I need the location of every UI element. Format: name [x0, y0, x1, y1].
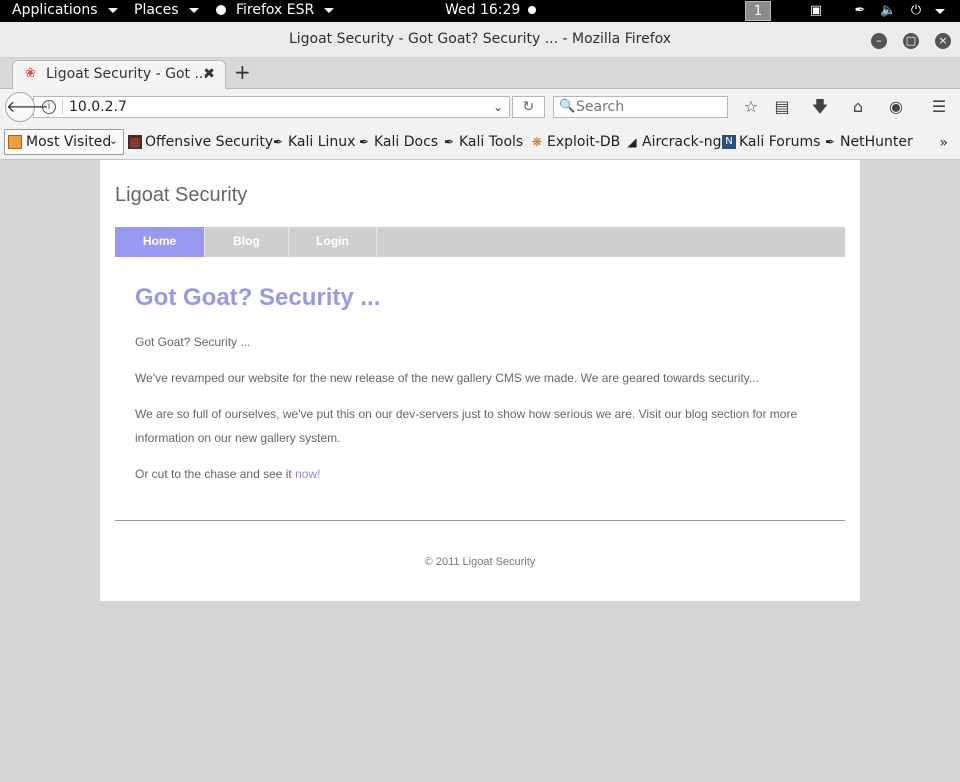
applications-menu[interactable]: Applications [12, 2, 118, 18]
bookmark-kali-linux[interactable]: ✒ Kali Linux [271, 134, 356, 150]
goat-favicon-icon: ❀ [25, 66, 36, 81]
bookmark-kali-tools[interactable]: ✒ Kali Tools [442, 134, 523, 150]
chevron-down-icon [188, 7, 199, 13]
pen-icon[interactable]: ✒ [852, 3, 868, 19]
new-tab-icon[interactable]: + [234, 62, 251, 82]
tab-active[interactable]: ❀ Ligoat Security - Got ... ✖ [12, 60, 226, 90]
bookmark-aircrack-ng[interactable]: ◢ Aircrack-ng [625, 134, 722, 150]
bookmark-label: Exploit-DB [547, 134, 621, 150]
kali-dragon-icon: ✒ [824, 135, 836, 149]
bookmark-kali-forums[interactable]: N Kali Forums [722, 134, 820, 150]
places-label: Places [134, 2, 179, 18]
intro-paragraph: Got Goat? Security ... [135, 335, 251, 349]
bookmark-nethunter[interactable]: ✒ NetHunter [823, 134, 913, 150]
video-camera-icon[interactable]: ▣ [808, 3, 824, 19]
kali-dragon-icon: ✒ [443, 135, 455, 149]
url-bar[interactable]: i 10.0.2.7 ⌄ [33, 96, 510, 118]
navigation-bar: i 10.0.2.7 ⌄ 🡐 ↻ 🔍 ☆ ▤ 🡇 ⌂ ◉ ☰ [0, 89, 960, 125]
most-visited-label: Most Visited [26, 134, 112, 150]
revamp-paragraph: We've revamped our website for the new r… [135, 371, 759, 385]
bookmark-label: Aircrack-ng [642, 134, 722, 150]
power-icon[interactable]: ⏻ [908, 3, 924, 19]
offensive-security-icon: ▦ [128, 135, 142, 149]
kali-forums-icon: N [722, 135, 736, 149]
bookmarks-toolbar: Most Visited ⌄ ▦ Offensive Security ✒ Kali… [0, 125, 960, 160]
places-menu[interactable]: Places [134, 2, 199, 18]
bookmark-label: Kali Tools [459, 134, 524, 150]
exploit-db-icon: ❋ [531, 135, 543, 149]
footer-copyright: © 2011 Ligoat Security [424, 556, 536, 568]
chevron-down-icon [107, 7, 118, 13]
now-link[interactable]: now! [295, 467, 320, 481]
bookmark-offensive-security[interactable]: ▦ Offensive Security [128, 134, 273, 150]
bookmark-label: NetHunter [840, 134, 913, 150]
chevron-down-icon: ⌄ [108, 134, 118, 147]
system-menu-chevron-icon[interactable] [932, 3, 948, 19]
kali-dragon-icon: ✒ [358, 135, 370, 149]
chase-paragraph: Or cut to the chase and see it now! [135, 462, 320, 486]
url-separator [62, 100, 63, 114]
web-page: Ligoat Security Home Blog Login Got Goat… [100, 160, 860, 601]
reload-icon[interactable]: ↻ [512, 96, 545, 118]
window-title: Ligoat Security - Got Goat? Security ...… [288, 31, 672, 47]
site-title: Ligoat Security [115, 184, 248, 206]
folder-icon [8, 135, 22, 149]
nav-blog[interactable]: Blog [205, 227, 289, 257]
nav-login[interactable]: Login [289, 227, 377, 257]
maximize-icon[interactable]: □ [903, 33, 919, 49]
applications-label: Applications [12, 2, 98, 18]
site-nav-menu: Home Blog Login [115, 227, 845, 257]
back-button[interactable]: 🡐 [5, 92, 49, 122]
home-icon[interactable]: ⌂ [848, 97, 868, 117]
window-titlebar: Ligoat Security - Got Goat? Security ...… [0, 22, 960, 58]
bookmark-label: Kali Docs [374, 134, 439, 150]
workspace-indicator[interactable]: 1 [745, 1, 771, 21]
most-visited-dropdown[interactable]: Most Visited ⌄ [4, 129, 124, 155]
main-content: Got Goat? Security ... Got Goat? Securit… [135, 284, 825, 481]
firefox-icon [216, 5, 226, 15]
bookmark-kali-docs[interactable]: ✒ Kali Docs [357, 134, 438, 150]
nav-home[interactable]: Home [115, 227, 205, 257]
bookmark-label: Kali Forums [739, 134, 821, 150]
hamburger-menu-icon[interactable]: ☰ [929, 97, 949, 117]
search-input[interactable] [576, 98, 724, 116]
kali-dragon-icon: ✒ [272, 135, 284, 149]
pocket-icon[interactable]: ◉ [886, 97, 906, 117]
volume-icon[interactable]: 🔈 [880, 3, 896, 19]
footer-divider [115, 520, 845, 521]
bookmark-label: Kali Linux [288, 134, 356, 150]
tab-strip: ❀ Ligoat Security - Got ... ✖ + [0, 58, 960, 90]
bookmark-star-icon[interactable]: ☆ [741, 97, 761, 117]
chevron-down-icon[interactable]: ⌄ [493, 100, 503, 114]
chevron-down-icon [324, 7, 335, 13]
clock[interactable]: Wed 16:29 [445, 2, 537, 18]
dev-server-paragraph: We are so full of ourselves, we've put t… [135, 407, 798, 445]
firefox-app-menu[interactable]: Firefox ESR [216, 2, 335, 18]
bookmark-exploit-db[interactable]: ❋ Exploit-DB [530, 134, 620, 150]
chase-text: Or cut to the chase and see it [135, 467, 296, 481]
gnome-top-bar: Applications Places Firefox ESR Wed 16:2… [0, 0, 960, 22]
close-window-icon[interactable]: × [935, 33, 951, 49]
close-tab-icon[interactable]: ✖ [203, 66, 215, 82]
more-bookmarks-chevron-icon[interactable]: » [939, 135, 948, 151]
minimize-icon[interactable]: – [871, 33, 887, 49]
notification-dot-icon [528, 6, 537, 14]
page-heading: Got Goat? Security ... [135, 284, 381, 311]
clock-label: Wed 16:29 [445, 2, 521, 18]
aircrack-icon: ◢ [627, 135, 637, 149]
search-bar[interactable]: 🔍 [553, 96, 728, 118]
tab-title: Ligoat Security - Got ... [46, 66, 208, 82]
search-icon: 🔍 [559, 99, 576, 114]
download-icon[interactable]: 🡇 [810, 97, 830, 117]
firefox-label: Firefox ESR [236, 2, 315, 18]
bookmark-label: Offensive Security [145, 134, 274, 150]
library-icon[interactable]: ▤ [772, 97, 792, 117]
url-text: 10.0.2.7 [69, 99, 127, 115]
